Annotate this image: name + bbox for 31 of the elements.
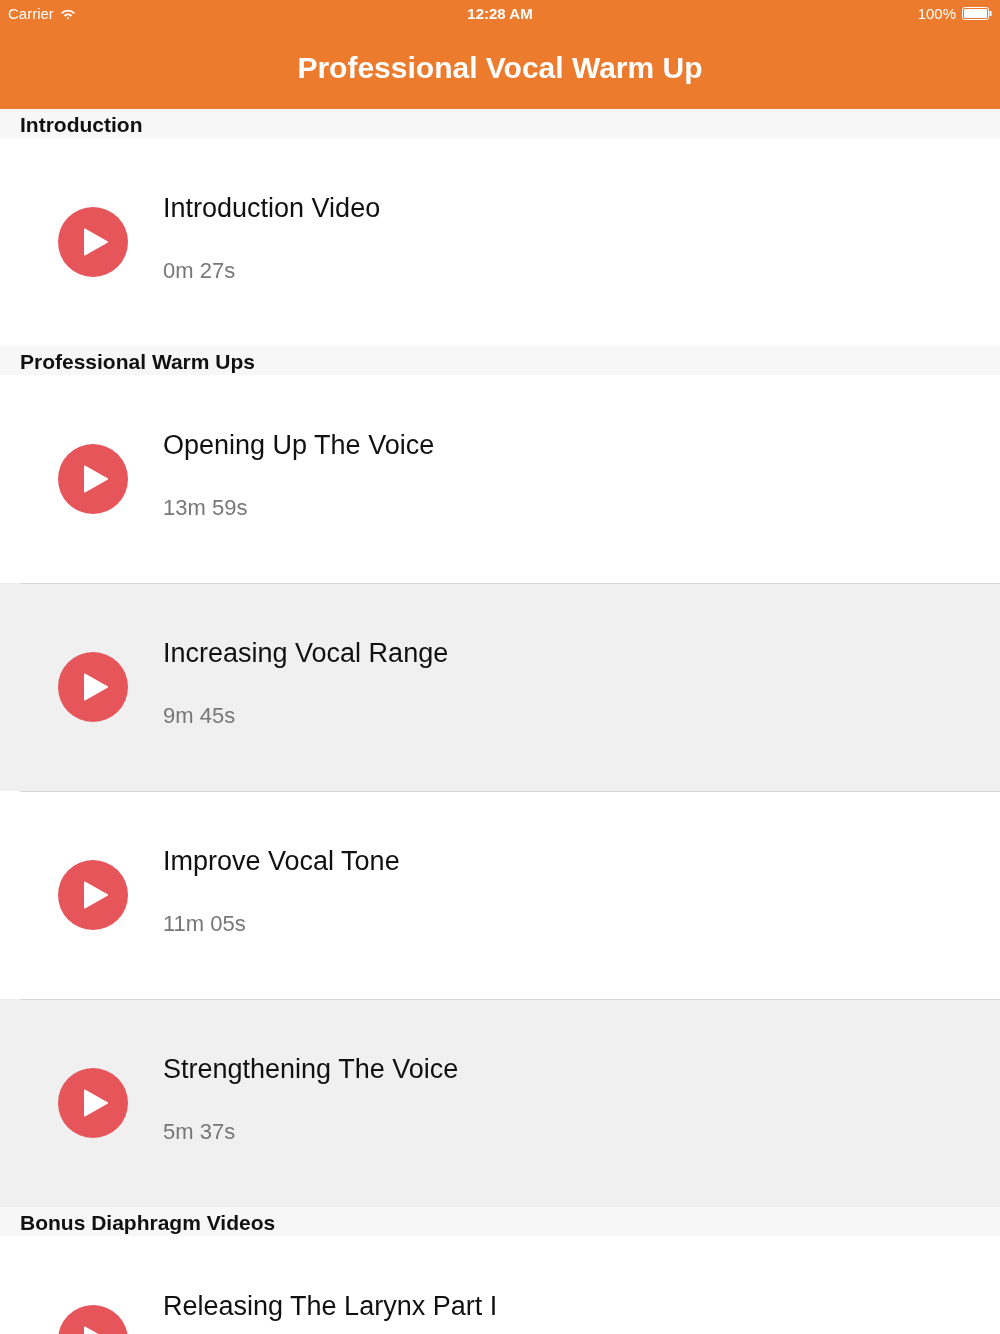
carrier-label: Carrier: [8, 5, 54, 22]
screen-title: Professional Vocal Warm Up: [296, 50, 704, 86]
status-time: 12:28 AM: [467, 5, 533, 22]
video-row[interactable]: Increasing Vocal Range 9m 45s: [0, 583, 1000, 791]
video-duration: 5m 37s: [163, 1118, 237, 1146]
video-row[interactable]: Releasing The Larynx Part I: [0, 1236, 1000, 1334]
play-icon[interactable]: [58, 444, 128, 514]
video-title: Releasing The Larynx Part I: [163, 1290, 498, 1323]
video-title: Strengthening The Voice: [163, 1053, 459, 1086]
video-duration: 13m 59s: [163, 494, 249, 522]
play-icon[interactable]: [58, 652, 128, 722]
section-header: Bonus Diaphragm Videos: [0, 1207, 1000, 1236]
video-duration: 0m 27s: [163, 257, 237, 285]
battery-percentage: 100%: [917, 5, 956, 22]
battery-icon: [962, 7, 992, 20]
play-icon[interactable]: [58, 1068, 128, 1138]
video-row[interactable]: Introduction Video 0m 27s: [0, 138, 1000, 346]
wifi-icon: [59, 7, 76, 20]
video-title: Improve Vocal Tone: [163, 845, 400, 878]
video-duration: 9m 45s: [163, 702, 237, 730]
section-header: Professional Warm Ups: [0, 346, 1000, 375]
video-row[interactable]: Opening Up The Voice 13m 59s: [0, 375, 1000, 583]
video-duration: 11m 05s: [163, 910, 247, 938]
video-row[interactable]: Improve Vocal Tone 11m 05s: [0, 791, 1000, 999]
video-row[interactable]: Strengthening The Voice 5m 37s: [0, 999, 1000, 1207]
play-icon[interactable]: [58, 860, 128, 930]
section-header: Introduction: [0, 109, 1000, 138]
play-icon[interactable]: [58, 207, 128, 277]
video-title: Increasing Vocal Range: [163, 637, 449, 670]
video-title: Opening Up The Voice: [163, 429, 435, 462]
video-title: Introduction Video: [163, 192, 381, 225]
